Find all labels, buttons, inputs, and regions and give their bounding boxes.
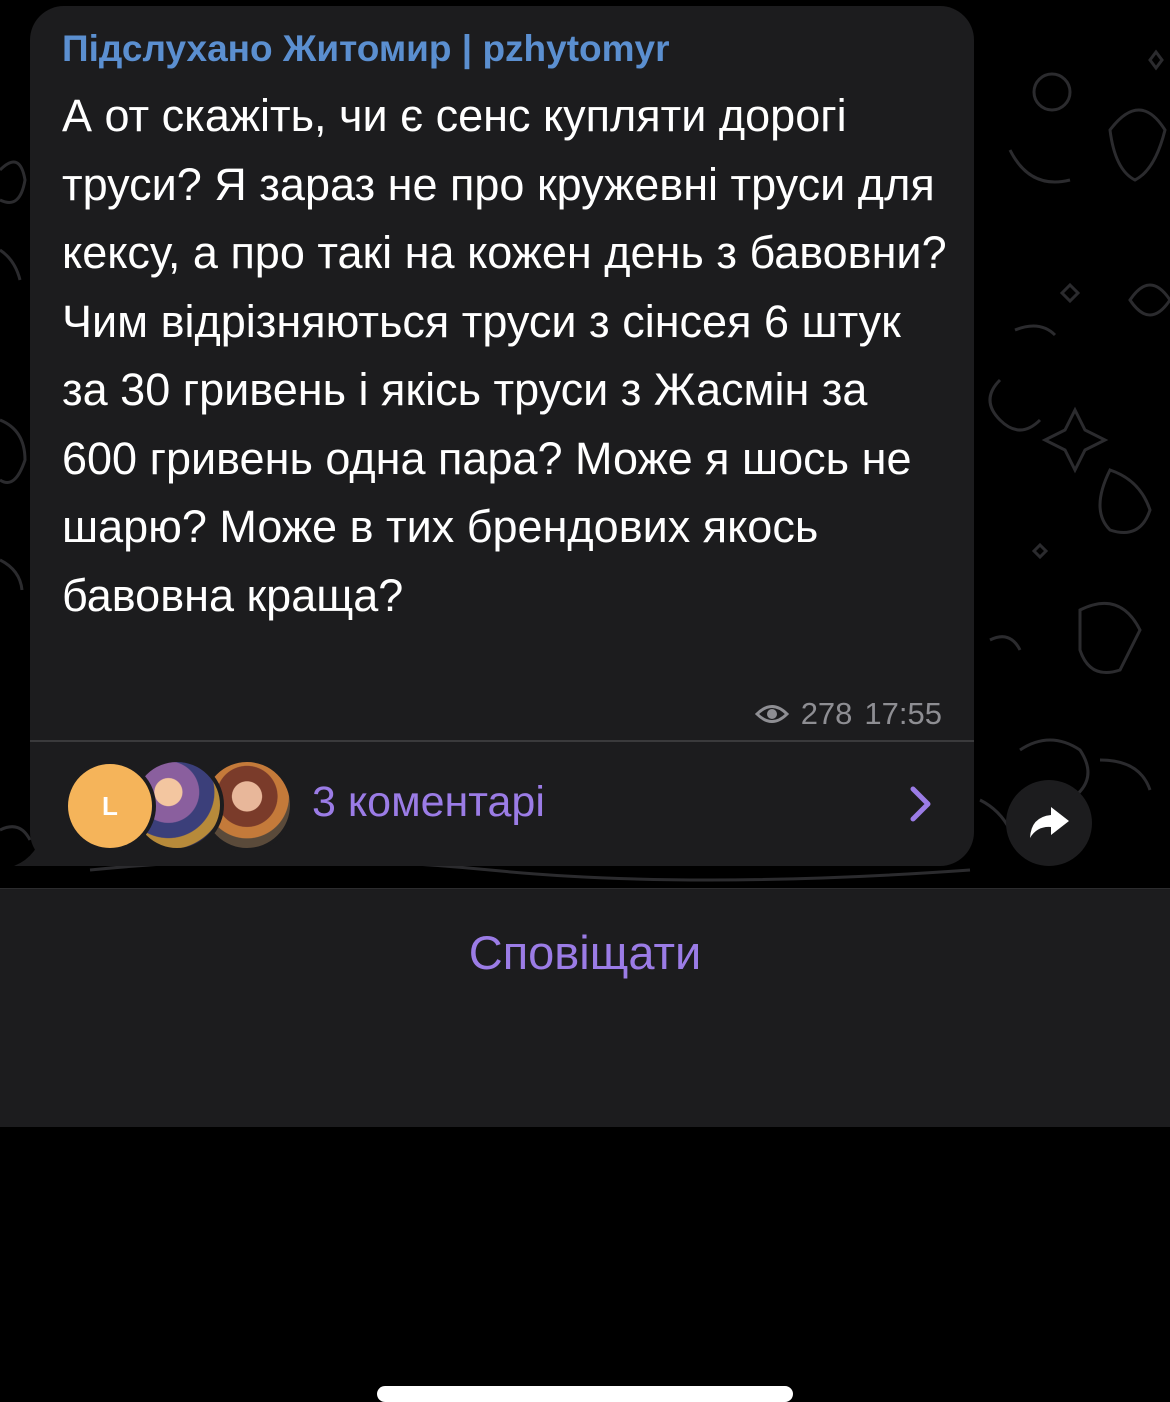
channel-name[interactable]: Підслухано Житомир | pzhytomyr <box>62 28 670 70</box>
bubble-tail <box>14 826 64 866</box>
comments-label: 3 коментарі <box>312 778 545 826</box>
share-button[interactable] <box>1006 780 1092 866</box>
bottom-bar: Сповіщати <box>0 888 1170 1402</box>
message-time: 17:55 <box>864 696 942 731</box>
chevron-right-icon <box>910 786 931 822</box>
views-eye-icon <box>754 705 789 723</box>
views-count: 278 <box>800 696 853 731</box>
avatar-initial: L <box>102 790 118 821</box>
message-text: А от скажіть, чи є сенс купляти дорогі т… <box>62 90 947 621</box>
notify-button[interactable]: Сповіщати <box>0 925 1170 980</box>
message-bubble: Підслухано Житомир | pzhytomyr А от скаж… <box>30 6 974 866</box>
message-meta: 278 17:55 <box>754 696 942 732</box>
commenter-avatar-1: L <box>64 760 156 852</box>
home-indicator[interactable] <box>377 1386 793 1402</box>
comments-button[interactable]: L 3 коментарі <box>30 742 974 866</box>
share-arrow-icon <box>1030 807 1069 838</box>
